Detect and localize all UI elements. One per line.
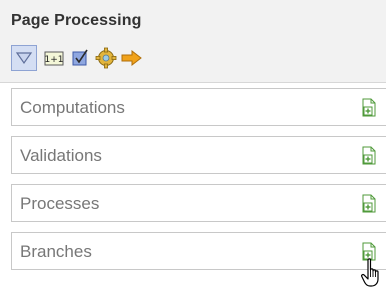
add-page-icon <box>362 146 376 165</box>
panel-title: Page Processing <box>11 12 142 29</box>
add-validation-button[interactable] <box>358 145 380 167</box>
settings-button[interactable] <box>93 45 119 71</box>
section-label: Validations <box>20 146 102 165</box>
section-computations[interactable]: Computations <box>11 88 386 126</box>
panel-header: Page Processing 1+1 <box>0 0 386 83</box>
section-validations[interactable]: Validations <box>11 136 386 174</box>
view-button[interactable] <box>67 45 93 71</box>
section-branches[interactable]: Branches <box>11 232 386 270</box>
arrow-right-icon <box>121 49 142 67</box>
triangle-down-icon <box>15 52 33 65</box>
add-page-icon <box>362 98 376 117</box>
add-page-icon <box>362 242 376 261</box>
section-processes[interactable]: Processes <box>11 184 386 222</box>
section-label: Processes <box>20 194 100 213</box>
expand-box-icon: 1+1 <box>44 51 64 66</box>
go-to-button[interactable] <box>119 45 145 71</box>
add-page-icon <box>362 194 376 213</box>
collapse-all-button[interactable] <box>11 45 37 71</box>
checkmark-box-icon <box>72 49 88 66</box>
gear-icon <box>95 47 117 69</box>
add-branch-button[interactable] <box>358 241 380 263</box>
add-process-button[interactable] <box>358 193 380 215</box>
svg-text:1+1: 1+1 <box>45 55 64 65</box>
expand-all-button[interactable]: 1+1 <box>41 45 67 71</box>
add-computation-button[interactable] <box>358 97 380 119</box>
page-processing-panel: Page Processing 1+1 Computations Validat… <box>0 0 386 299</box>
section-label: Computations <box>20 98 125 117</box>
section-label: Branches <box>20 242 92 261</box>
